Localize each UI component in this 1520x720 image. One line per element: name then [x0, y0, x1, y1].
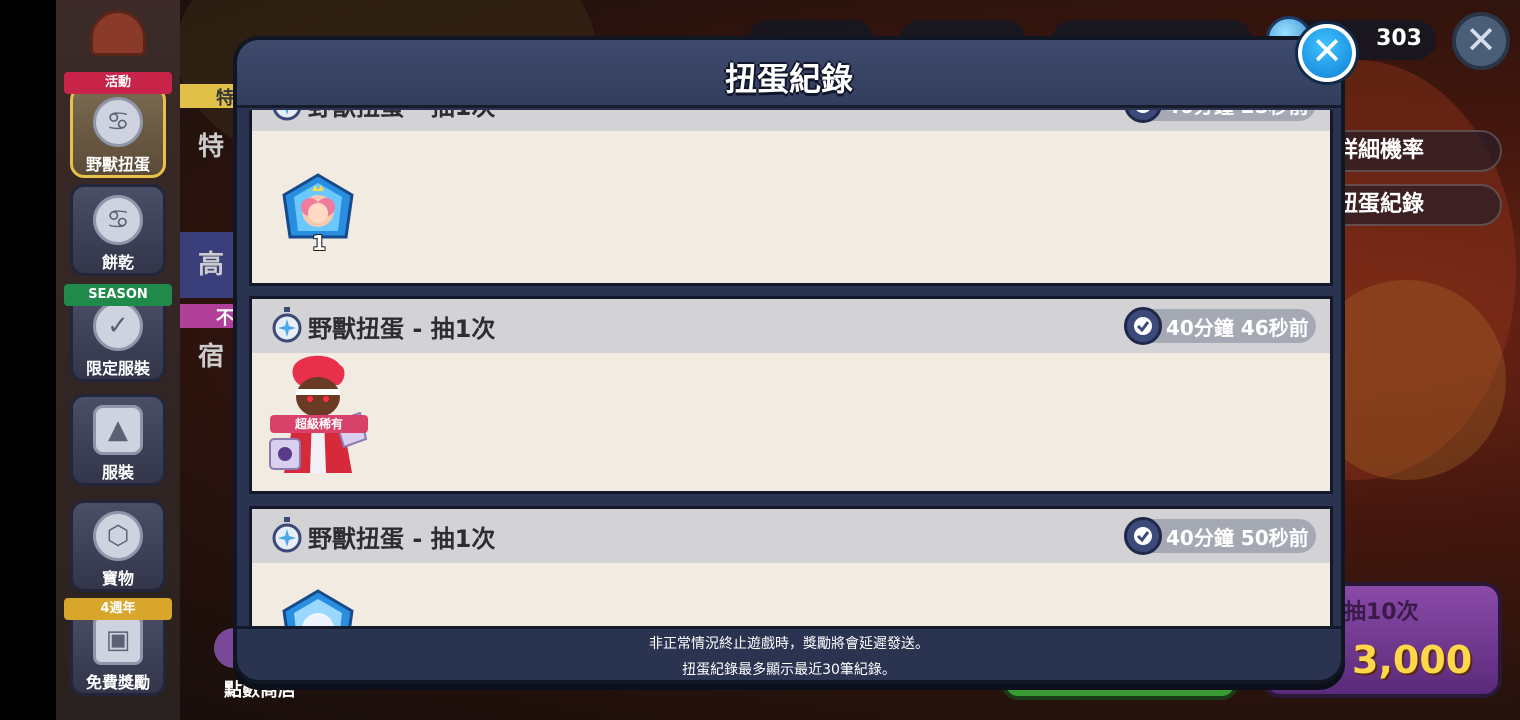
record-name: 野獸扭蛋 - 抽1次 [308, 525, 496, 553]
record-time: 40分鐘 25秒前 [1166, 110, 1309, 119]
tag: 特 [180, 84, 240, 109]
record-name: 野獸扭蛋 - 抽1次 [308, 110, 495, 122]
sidebar-item-label: 免費獎勵 [85, 673, 150, 692]
record-item: 野獸扭蛋 - 抽1次 40分鐘 46秒前 超級稀有 [249, 296, 1333, 494]
sidebar-item-label: 寶物 [101, 569, 134, 588]
record-item: 野獸扭蛋 - 抽1次 40分鐘 50秒前 [249, 506, 1333, 626]
record-header: 野獸扭蛋 - 抽1次 40分鐘 46秒前 [252, 299, 1330, 353]
record-header: 野獸扭蛋 - 抽1次 40分鐘 50秒前 [252, 509, 1330, 563]
sidebar-item-cookie[interactable]: ♋ 餅乾 [70, 184, 166, 276]
stopwatch-icon [273, 110, 301, 121]
sidebar-item-label: 服裝 [101, 463, 134, 482]
sidebar-item-beast-gacha[interactable]: ♋ 野獸扭蛋 [70, 86, 166, 178]
time-badge: 40分鐘 46秒前 [1124, 307, 1316, 345]
footer-note: 扭蛋紀錄最多顯示最近30筆紀錄。 [682, 662, 896, 678]
record-list[interactable]: 野獸扭蛋 - 抽1次 40分鐘 25秒前 1 [247, 110, 1335, 626]
clock-icon [1124, 110, 1162, 123]
panel-button[interactable]: 高 [180, 232, 240, 298]
event-ribbon: 活動 [64, 72, 172, 94]
rarity-badge: 超級稀有 [270, 415, 368, 433]
treasure-icon: ⬡ [93, 511, 143, 561]
sidebar-item-label: 限定服裝 [85, 359, 150, 378]
clock-icon [1124, 307, 1162, 345]
record-name: 野獸扭蛋 - 抽1次 [308, 315, 496, 343]
beast-gacha-icon: ♋ [93, 97, 143, 147]
modal-header: 扭蛋紀錄 [237, 40, 1341, 108]
panel-text: 宿 [198, 342, 225, 372]
sidebar-item-label: 餅乾 [101, 253, 134, 272]
clock-icon [1124, 517, 1162, 555]
gacha-history-modal: 扭蛋紀錄 野獸扭蛋 - 抽1次 40分鐘 25秒前 [233, 36, 1345, 684]
record-time: 40分鐘 50秒前 [1166, 526, 1309, 550]
anniversary-ribbon: 4週年 [64, 598, 172, 620]
record-time: 40分鐘 46秒前 [1166, 316, 1309, 340]
cookie-icon: ♋ [93, 195, 143, 245]
time-badge: 40分鐘 25秒前 [1124, 110, 1316, 123]
stopwatch-icon [272, 307, 302, 343]
tag: 不 [180, 304, 240, 329]
sidebar-item-treasure[interactable]: ⬡ 寶物 [70, 500, 166, 592]
time-badge: 40分鐘 50秒前 [1124, 517, 1316, 555]
close-button[interactable]: ✕ [1298, 24, 1356, 82]
crystal-count: 303 [1376, 26, 1422, 51]
history-button[interactable]: 扭蛋紀錄 [1320, 184, 1502, 226]
draw-10-price: 3,000 [1352, 638, 1473, 682]
panel-text: 特 [198, 132, 225, 162]
close-icon[interactable]: ✕ [1452, 12, 1510, 70]
sidebar-item-costume[interactable]: ▲ 服裝 [70, 394, 166, 486]
item-quantity: 1 [312, 231, 326, 255]
modal-footer: 非正常情況終止遊戲時，獎勵將會延遲發送。 扭蛋紀錄最多顯示最近30筆紀錄。 [237, 626, 1341, 680]
gift-icon: ▣ [93, 615, 143, 665]
soulstone-gem-icon[interactable] [280, 589, 356, 626]
probability-button[interactable]: 詳細機率 [1320, 130, 1502, 172]
draw-10-label: 抽10次 [1344, 600, 1419, 625]
record-item: 野獸扭蛋 - 抽1次 40分鐘 25秒前 1 [249, 110, 1333, 286]
modal-title: 扭蛋紀錄 [724, 60, 853, 98]
stopwatch-icon [272, 517, 302, 553]
season-ribbon: SEASON [64, 284, 172, 306]
sidebar-item-label: 野獸扭蛋 [85, 155, 150, 174]
shirt-icon: ▲ [93, 405, 143, 455]
record-header: 野獸扭蛋 - 抽1次 40分鐘 25秒前 [252, 110, 1330, 131]
footer-note: 非正常情況終止遊戲時，獎勵將會延遲發送。 [649, 636, 929, 652]
costume-icon: ✓ [93, 301, 143, 351]
